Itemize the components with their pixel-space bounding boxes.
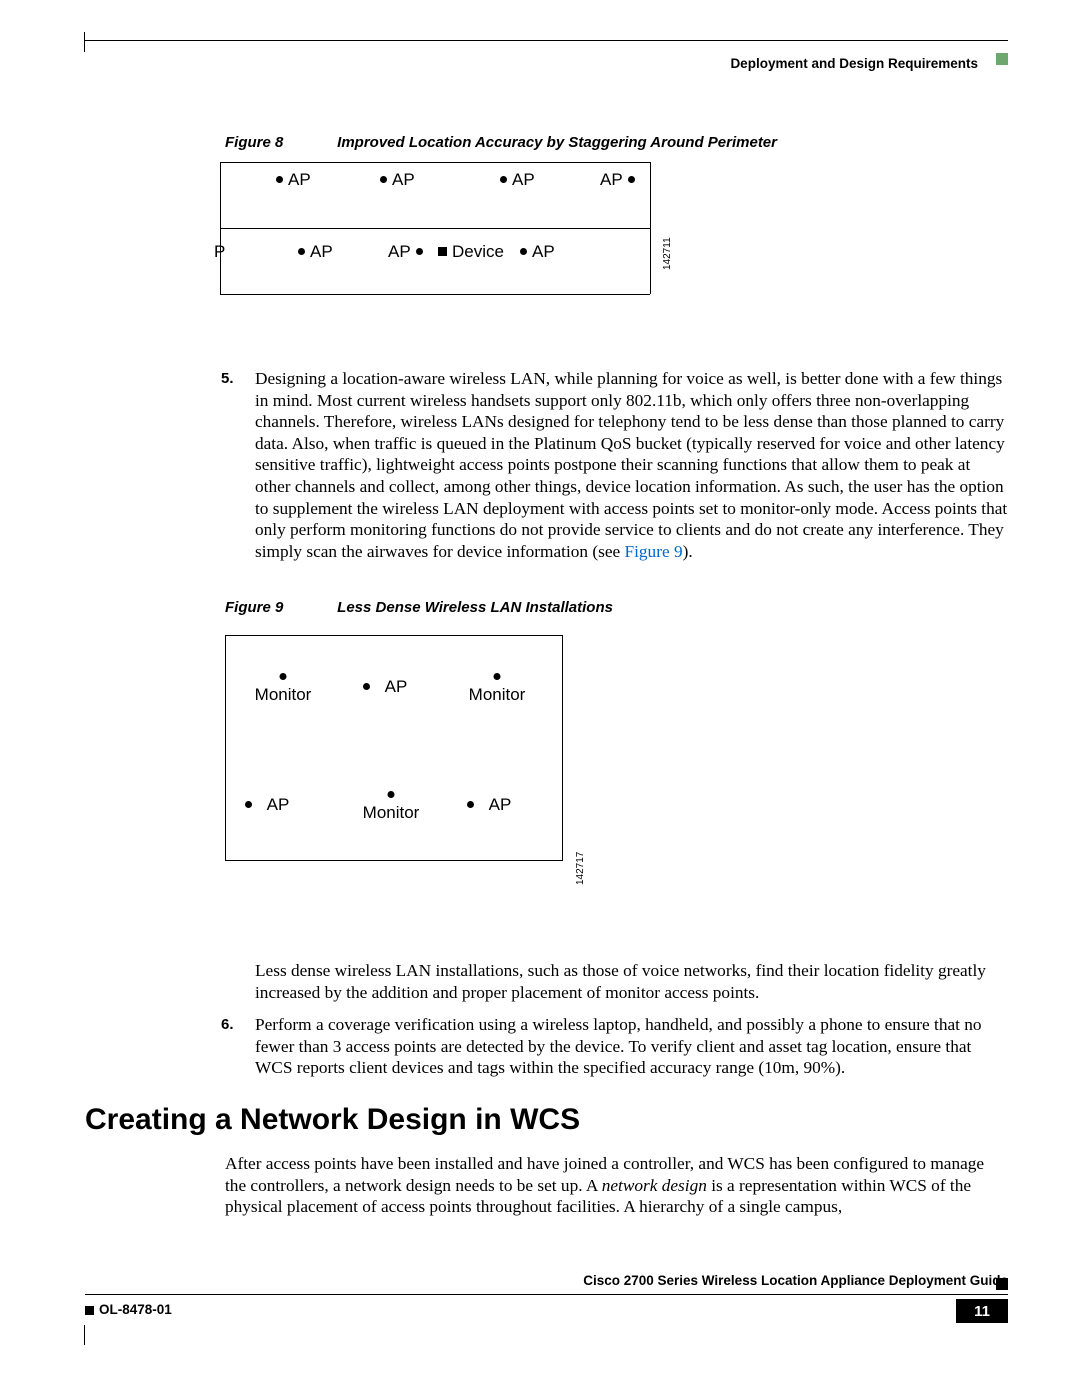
- fig8-ap: AP: [288, 170, 311, 190]
- footer-rule: [85, 1294, 1008, 1295]
- figure-9-id: 142717: [575, 852, 586, 885]
- figure-9-diagram: Monitor AP Monitor AP Monitor AP: [225, 635, 590, 890]
- fig8-ap: AP: [392, 170, 415, 190]
- fig8-ap: AP: [600, 170, 623, 190]
- page: Deployment and Design Requirements Figur…: [0, 0, 1080, 1397]
- step-5-number: 5.: [221, 370, 234, 389]
- step-5-text: Designing a location-aware wireless LAN,…: [255, 368, 1008, 562]
- figure-8-diagram: AP AP AP AP P AP AP Device AP 142711: [220, 158, 700, 303]
- figure-8-id: 142711: [662, 237, 673, 270]
- fig8-p: P: [214, 242, 225, 262]
- fig8-ap: AP: [512, 170, 535, 190]
- figure-9-caption: Figure 9 Less Dense Wireless LAN Install…: [225, 599, 613, 616]
- figure-9-label: Figure 9: [225, 599, 333, 616]
- footer-square-marker-right: [996, 1278, 1008, 1290]
- figure-8-caption: Figure 8 Improved Location Accuracy by S…: [225, 134, 777, 151]
- footer-doc-number: OL-8478-01: [99, 1302, 172, 1317]
- step-5-text-a: Designing a location-aware wireless LAN,…: [255, 369, 1007, 561]
- step-5-block: 5. Designing a location-aware wireless L…: [225, 368, 1008, 562]
- fig8-ap: AP: [310, 242, 333, 262]
- running-header: Deployment and Design Requirements: [730, 56, 978, 71]
- figure-8-title: Improved Location Accuracy by Staggering…: [337, 134, 777, 151]
- after-heading-text: After access points have been installed …: [225, 1153, 1008, 1218]
- step-6-text: Perform a coverage verification using a …: [255, 1014, 1008, 1079]
- fig9-monitor: Monitor: [351, 803, 431, 823]
- after-figure-9-para: Less dense wireless LAN installations, s…: [255, 960, 1008, 1003]
- crop-tick-bottom-left: [84, 1325, 85, 1345]
- header-square-marker: [996, 53, 1008, 65]
- after-heading-italic: network design: [602, 1176, 707, 1195]
- step-6-number: 6.: [221, 1016, 234, 1035]
- page-number: 11: [956, 1299, 1008, 1323]
- fig8-ap: AP: [532, 242, 555, 262]
- fig8-ap: AP: [388, 242, 411, 262]
- footer-doc-title: Cisco 2700 Series Wireless Location Appl…: [583, 1273, 1008, 1288]
- fig9-ap: AP: [253, 795, 303, 815]
- step-6-block: 6. Perform a coverage verification using…: [225, 1014, 1008, 1079]
- section-heading: Creating a Network Design in WCS: [85, 1103, 580, 1137]
- content-area: Deployment and Design Requirements Figur…: [85, 40, 1008, 1337]
- fig8-device: Device: [452, 242, 504, 262]
- figure-8-label: Figure 8: [225, 134, 333, 151]
- fig9-ap: AP: [371, 677, 421, 697]
- fig9-ap: AP: [475, 795, 525, 815]
- figure-9-title: Less Dense Wireless LAN Installations: [337, 599, 613, 616]
- fig9-monitor: Monitor: [243, 685, 323, 705]
- figure-9-link[interactable]: Figure 9: [625, 542, 683, 561]
- fig9-monitor: Monitor: [457, 685, 537, 705]
- header-rule: [85, 40, 1008, 41]
- crop-tick-top-left: [84, 32, 85, 52]
- footer-square-marker-left: [85, 1306, 94, 1315]
- step-5-text-b: ).: [683, 542, 693, 561]
- after-figure-9-text: Less dense wireless LAN installations, s…: [225, 960, 1008, 1003]
